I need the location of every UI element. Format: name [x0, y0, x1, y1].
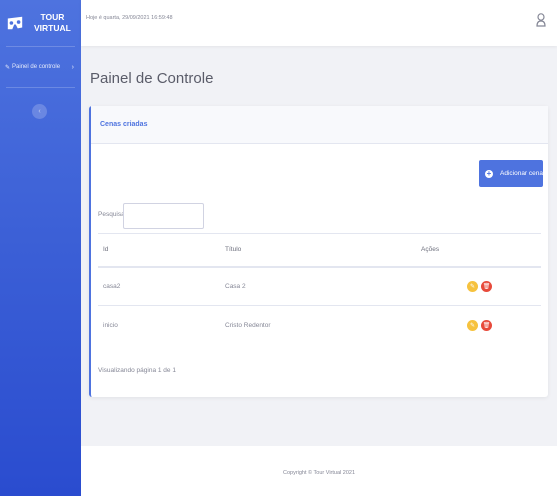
row-title: Cristo Redentor: [220, 305, 416, 345]
delete-button[interactable]: 🗑: [481, 319, 492, 331]
card-header: Cenas criadas: [91, 106, 548, 144]
sidebar-item-label: Painel de controle: [12, 64, 61, 70]
row-id: inicio: [98, 305, 220, 345]
table-row: casa2 Casa 2 ✎ 🗑: [98, 266, 541, 306]
brand-line-2: VIRTUAL: [34, 23, 71, 33]
sidebar: TOUR VIRTUAL ✎ Painel de controle › ‹: [0, 0, 81, 496]
page-title: Painel de Controle: [90, 70, 214, 87]
plus-icon: +: [485, 168, 493, 178]
topbar: Hoje é quarta, 29/09/2021 16:59:48: [81, 0, 557, 46]
column-header-actions[interactable]: Ações: [416, 233, 541, 268]
user-icon[interactable]: [536, 13, 546, 27]
brand-line-1: TOUR: [40, 12, 65, 22]
row-actions: ✎ 🗑: [416, 305, 541, 345]
trash-icon: 🗑: [482, 283, 491, 290]
chevron-left-icon: ‹: [38, 108, 41, 115]
delete-button[interactable]: 🗑: [481, 280, 492, 292]
edit-button[interactable]: ✎: [467, 280, 478, 292]
add-scene-label: Adicionar cena: [500, 170, 543, 177]
row-actions: ✎ 🗑: [416, 266, 541, 306]
edit-button[interactable]: ✎: [467, 319, 478, 331]
pencil-icon: ✎: [5, 64, 11, 71]
trash-icon: 🗑: [482, 322, 491, 329]
current-datetime: Hoje é quarta, 29/09/2021 16:59:48: [86, 15, 173, 21]
pencil-icon: ✎: [469, 322, 476, 329]
brand[interactable]: TOUR VIRTUAL: [0, 0, 81, 46]
brand-name: TOUR VIRTUAL: [34, 12, 71, 34]
copyright-text: Copyright © Tour Virtual 2021: [282, 470, 356, 476]
table-row: inicio Cristo Redentor ✎ 🗑: [98, 305, 541, 345]
sidebar-divider: [6, 87, 75, 88]
chevron-right-icon: ›: [71, 63, 74, 71]
pagination-info: Visualizando página 1 de 1: [98, 367, 176, 374]
footer: Copyright © Tour Virtual 2021: [81, 446, 557, 496]
add-scene-button[interactable]: + Adicionar cena: [479, 160, 543, 187]
row-title: Casa 2: [220, 266, 416, 306]
sidebar-toggle-button[interactable]: ‹: [32, 104, 47, 119]
search-input[interactable]: [123, 203, 204, 229]
table-header-row: Id Título Ações: [98, 233, 541, 268]
vr-headset-icon: [7, 16, 23, 30]
sidebar-item-painel-de-controle[interactable]: ✎ Painel de controle ›: [0, 47, 81, 87]
pencil-icon: ✎: [469, 283, 476, 290]
column-header-id[interactable]: Id: [98, 233, 220, 268]
column-header-title[interactable]: Título: [220, 233, 416, 268]
scenes-table: Id Título Ações casa2 Casa 2 ✎ 🗑 inicio …: [98, 233, 541, 345]
scenes-card: Cenas criadas + Adicionar cena Pesquisar…: [89, 106, 548, 397]
row-id: casa2: [98, 266, 220, 306]
